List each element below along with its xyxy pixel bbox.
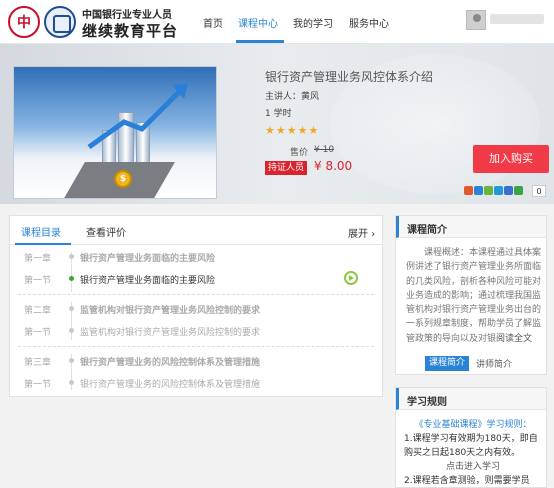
chapter-divider — [18, 346, 374, 347]
share-qzone-icon[interactable] — [474, 186, 483, 195]
association-logo-icon — [44, 6, 76, 38]
course-banner: $ 银行资产管理业务风控体系介绍 主讲人：黄风 1 学时 ★★★★★ 售价 ¥ … — [0, 44, 554, 204]
rules-intro-suffix: 学习规则： — [486, 420, 532, 430]
user-avatar-icon[interactable] — [466, 10, 486, 30]
rules-course-name: 《专业基础课程》 — [414, 420, 487, 430]
tab-active-indicator — [15, 243, 71, 245]
brand-subtitle: 中国银行业专业人员 — [82, 10, 172, 21]
share-count: 0 — [532, 185, 546, 197]
course-cover-image: $ — [13, 66, 217, 199]
tab-reviews[interactable]: 查看评价 — [86, 224, 126, 239]
rules-text: 《专业基础课程》学习规则： 1.课程学习有效期为180天，即自购买之日起180天… — [404, 418, 542, 487]
growth-arrow-icon — [87, 83, 188, 150]
teacher-intro-link[interactable]: 讲师简介 — [476, 357, 512, 370]
chevron-right-icon: › — [371, 229, 376, 240]
user-name-placeholder[interactable] — [490, 14, 544, 24]
share-renren-icon[interactable] — [504, 186, 513, 195]
share-weibo-icon[interactable] — [464, 186, 473, 195]
chapter-number: 第一章 — [24, 254, 52, 264]
chapter-title: 银行资产管理业务的风险控制体系及管理措施 — [80, 358, 261, 368]
current-section-dot-icon — [69, 276, 74, 281]
course-catalog-panel: 课程目录 查看评价 展开 › 第一章 银行资产管理业务面临的主要风险 第一节 银… — [9, 215, 383, 397]
share-more-icon[interactable] — [514, 186, 523, 195]
intro-heading: 课程简介 — [407, 225, 447, 236]
intro-text: 课程概述：本课程通过具体案例讲述了银行资产管理业务所面临的几类风险，剖析各种风险… — [406, 246, 542, 346]
dollar-coin-icon: $ — [114, 170, 132, 188]
learning-rules-panel: 学习规则 《专业基础课程》学习规则： 1.课程学习有效期为180天，即自购买之日… — [395, 387, 547, 488]
section-row[interactable]: 第一节 银行资产管理业务的风险控制体系及管理措施 — [10, 374, 382, 392]
nav-active-indicator — [236, 40, 284, 43]
section-title: 银行资产管理业务的风险控制体系及管理措施 — [80, 380, 261, 390]
nav-service-center[interactable]: 服务中心 — [349, 15, 389, 30]
section-dot-icon — [69, 380, 74, 385]
nav-home[interactable]: 首页 — [203, 15, 223, 30]
bank-logo: 中 — [8, 6, 40, 38]
tab-catalog[interactable]: 课程目录 — [21, 224, 61, 239]
price-label: 售价 — [290, 148, 309, 158]
read-more-link[interactable]: 阅读全文 — [496, 334, 532, 344]
course-lecturer: 主讲人：黄风 — [265, 92, 320, 102]
chapter-number: 第二章 — [24, 306, 52, 316]
chapter-title: 银行资产管理业务面临的主要风险 — [80, 254, 216, 264]
nav-my-learning[interactable]: 我的学习 — [293, 15, 333, 30]
rule-item: 1.课程学习有效期为180天，即自购买之日起180天之内有效。 — [404, 434, 538, 458]
member-price: ¥ 8.00 — [314, 159, 353, 173]
rules-intro: 《专业基础课程》学习规则： — [404, 418, 542, 432]
section-title: 监管机构对银行资产管理业务风险控制的要求 — [80, 328, 261, 338]
expand-label: 展开 — [348, 229, 368, 240]
rule-item: 2.课程若含章测验，则需要学员 — [404, 476, 530, 486]
chapter-divider — [18, 294, 374, 295]
expand-button[interactable]: 展开 › — [348, 225, 375, 240]
section-number: 第一节 — [24, 380, 52, 390]
section-number: 第一节 — [24, 276, 52, 286]
section-row[interactable]: 第一节 监管机构对银行资产管理业务风险控制的要求 — [10, 322, 382, 340]
intro-body: 课程概述：本课程通过具体案例讲述了银行资产管理业务所面临的几类风险，剖析各种风险… — [406, 248, 542, 344]
rules-header: 学习规则 — [396, 388, 546, 410]
course-intro-panel: 课程简介 课程概述：本课程通过具体案例讲述了银行资产管理业务所面临的几类风险，剖… — [395, 215, 547, 375]
share-wechat-icon[interactable] — [484, 186, 493, 195]
chapter-dot-icon — [69, 358, 74, 363]
share-bar — [464, 186, 523, 198]
section-row-current[interactable]: 第一节 银行资产管理业务面临的主要风险 — [10, 270, 382, 288]
share-qq-icon[interactable] — [494, 186, 503, 195]
bank-logo-glyph: 中 — [17, 15, 31, 31]
add-to-cart-button[interactable]: 加入购买 — [473, 145, 549, 173]
top-header: 中 中国银行业专业人员 继续教育平台 首页 课程中心 我的学习 服务中心 — [0, 0, 554, 44]
course-title: 银行资产管理业务风控体系介绍 — [265, 70, 434, 84]
course-intro-button[interactable]: 课程简介 — [425, 356, 469, 371]
chapter-title: 监管机构对银行资产管理业务风险控制的要求 — [80, 306, 261, 316]
section-dot-icon — [69, 328, 74, 333]
rating-stars-icon: ★★★★★ — [265, 124, 320, 137]
chapter-row[interactable]: 第三章 银行资产管理业务的风险控制体系及管理措施 — [10, 352, 382, 370]
course-hours: 1 学时 — [265, 109, 292, 119]
section-number: 第一节 — [24, 328, 52, 338]
rules-heading: 学习规则 — [407, 397, 447, 408]
section-title: 银行资产管理业务面临的主要风险 — [80, 276, 216, 286]
chapter-row[interactable]: 第二章 监管机构对银行资产管理业务风险控制的要求 — [10, 300, 382, 318]
rule-item-note[interactable]: 点击进入学习 — [404, 460, 542, 474]
member-badge: 持证人员 — [265, 161, 308, 175]
brand-title: 继续教育平台 — [82, 22, 179, 40]
nav-course-center[interactable]: 课程中心 — [238, 15, 278, 30]
chapter-row[interactable]: 第一章 银行资产管理业务面临的主要风险 — [10, 248, 382, 266]
play-icon[interactable] — [344, 271, 358, 285]
chapter-dot-icon — [69, 254, 74, 259]
chapter-number: 第三章 — [24, 358, 52, 368]
intro-header: 课程简介 — [396, 216, 546, 238]
original-price: ¥ 10 — [314, 145, 335, 155]
chapter-dot-icon — [69, 306, 74, 311]
